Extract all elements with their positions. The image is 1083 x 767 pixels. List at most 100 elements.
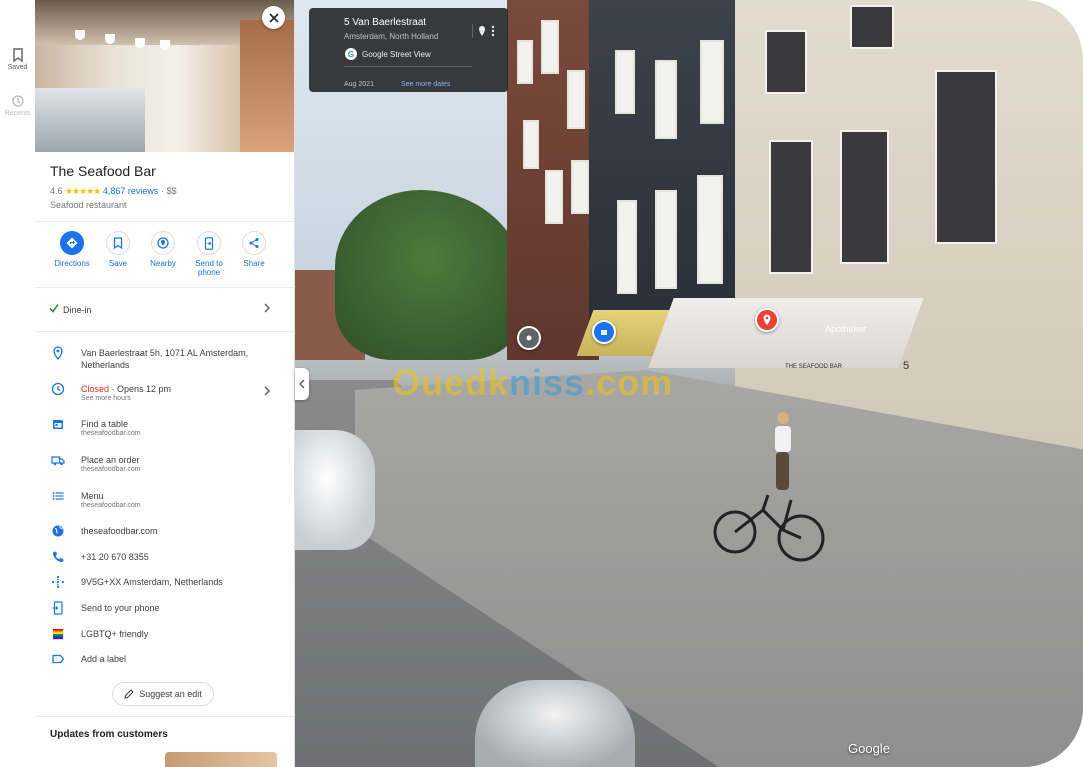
share-button[interactable]: Share <box>231 231 277 268</box>
google-g-icon: G <box>345 48 357 60</box>
delivery-truck-icon <box>51 456 65 466</box>
closed-status: Closed <box>81 384 110 394</box>
watermark: Ouedkniss.com <box>392 362 674 403</box>
place-photo[interactable] <box>35 0 294 152</box>
menu-label: Menu <box>81 491 104 501</box>
sv-date: Aug 2021 <box>344 81 374 88</box>
dine-in-row[interactable]: Dine-in <box>35 296 294 324</box>
divider <box>35 221 294 222</box>
rail-recents-label: Recents <box>4 110 31 117</box>
see-more-hours: See more hours <box>81 395 131 402</box>
website-link: theseafoodbar.com <box>81 526 158 536</box>
left-rail: Saved Recents <box>0 0 35 767</box>
rail-item-recents[interactable]: Recents <box>0 94 35 117</box>
shop-icon <box>601 330 607 335</box>
suggest-edit-label: Suggest an edit <box>139 689 202 699</box>
place-pin-marker[interactable] <box>592 320 616 344</box>
sv-city: Amsterdam, North Holland <box>344 32 439 41</box>
plus-code-icon <box>51 575 65 589</box>
sv-address: 5 Van Baerlestraat <box>344 17 427 28</box>
find-table-site: theseafoodbar.com <box>81 430 141 437</box>
nearby-label: Nearby <box>150 259 176 268</box>
add-label-text: Add a label <box>81 654 127 664</box>
updates-heading: Updates from customers <box>50 729 168 740</box>
close-button[interactable] <box>262 6 285 29</box>
send-to-phone-button[interactable]: Send to phone <box>186 231 232 277</box>
location-pin-icon <box>526 335 532 341</box>
action-bar: Directions Save Nearby Send to phone Sha… <box>35 231 294 281</box>
house-number: 5 <box>903 360 910 372</box>
send-to-phone-icon <box>204 236 214 250</box>
sv-card-icons <box>472 24 500 43</box>
save-label: Save <box>108 259 128 268</box>
check-icon <box>49 304 59 313</box>
send-to-label: Send to <box>195 259 223 268</box>
history-icon <box>11 95 24 107</box>
phone-icon <box>53 551 64 562</box>
sv-source-label: Google Street View <box>362 49 431 59</box>
rail-saved-label: Saved <box>7 64 28 71</box>
directions-button[interactable]: Directions <box>49 231 95 268</box>
hours-text: Closed · Opens 12 pm <box>81 383 281 395</box>
label-tag-icon <box>52 654 65 664</box>
save-button[interactable]: Save <box>95 231 141 268</box>
chevron-left-icon <box>299 379 305 389</box>
dine-in-label: Dine-in <box>63 305 92 315</box>
chevron-right-icon <box>264 303 271 313</box>
location-pin-icon[interactable] <box>479 26 485 36</box>
restaurant-sign: THE SEAFOOD BAR <box>785 364 843 370</box>
sv-source: G Google Street View <box>345 48 431 60</box>
place-order-label: Place an order <box>81 455 140 465</box>
map-pin-marker[interactable] <box>517 326 541 350</box>
directions-label: Directions <box>54 259 90 268</box>
update-photo[interactable] <box>165 752 277 767</box>
phone-number: +31 20 670 8355 <box>81 552 149 562</box>
app-frame: Saved Recents The Seafood Bar 4.6 ★★★★★ … <box>0 0 1083 767</box>
close-icon <box>268 12 279 23</box>
street-view-info-card: 5 Van Baerlestraat Amsterdam, North Holl… <box>309 8 508 92</box>
nearby-button[interactable]: Nearby <box>140 231 186 268</box>
menu-list-icon <box>52 492 64 500</box>
price-level: $$ <box>166 186 177 196</box>
menu-site: theseafoodbar.com <box>81 502 141 509</box>
google-logo: Google <box>848 741 890 756</box>
send-to-label-line2: phone <box>197 268 221 277</box>
divider <box>35 331 294 332</box>
store-sign: Apotheker <box>825 324 867 334</box>
clock-icon <box>51 382 65 396</box>
more-vert-icon[interactable] <box>491 25 495 37</box>
send-to-phone-text: Send to your phone <box>81 603 160 613</box>
place-name: The Seafood Bar <box>50 163 156 179</box>
divider <box>35 716 294 717</box>
bookmark-icon <box>12 48 23 62</box>
selected-place-pin[interactable] <box>755 308 779 332</box>
find-table-label: Find a table <box>81 419 129 429</box>
see-more-dates-link[interactable]: See more dates <box>401 81 450 88</box>
lgbtq-text: LGBTQ+ friendly <box>81 629 149 639</box>
collapse-panel-button[interactable] <box>295 368 309 400</box>
place-panel: The Seafood Bar 4.6 ★★★★★ 4,867 reviews … <box>35 0 295 767</box>
pencil-icon <box>124 689 134 699</box>
rating-line: 4.6 ★★★★★ 4,867 reviews · $$ <box>50 186 177 196</box>
street-view[interactable]: Apotheker THE SEAFOOD BAR 5 5 Van Baerle… <box>295 0 1083 767</box>
bookmark-icon <box>113 237 123 249</box>
directions-icon <box>66 237 78 249</box>
location-pin-icon <box>53 346 63 360</box>
divider <box>35 287 294 288</box>
suggest-edit-button[interactable]: Suggest an edit <box>112 682 214 706</box>
plus-code-text: 9V5G+XX Amsterdam, Netherlands <box>81 577 223 587</box>
globe-icon <box>52 525 64 537</box>
opens-time: · Opens 12 pm <box>109 384 172 394</box>
address-text: Van Baerlestraat 5h, 1071 AL Amsterdam, … <box>81 348 249 370</box>
pride-flag-icon <box>53 629 63 640</box>
rail-item-saved[interactable]: Saved <box>0 48 35 71</box>
location-pin-icon <box>763 314 771 325</box>
send-to-phone-icon <box>52 601 63 615</box>
rating-value: 4.6 <box>50 186 63 196</box>
reviews-link[interactable]: 4,867 reviews <box>103 186 159 196</box>
place-category[interactable]: Seafood restaurant <box>50 200 127 210</box>
nearby-icon <box>157 237 169 249</box>
calendar-icon <box>53 420 63 429</box>
share-label: Share <box>243 259 265 268</box>
star-rating-icon: ★★★★★ <box>65 186 101 196</box>
